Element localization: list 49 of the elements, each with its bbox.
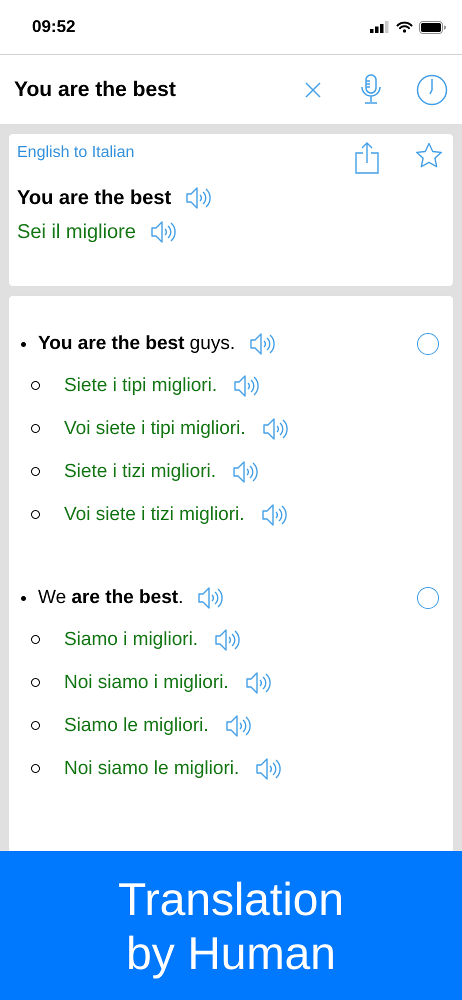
banner-text: Translation	[118, 872, 344, 926]
example-sentence: We are the best.	[38, 587, 184, 609]
bullet-icon	[31, 510, 40, 519]
bullet-icon	[31, 381, 40, 390]
speaker-icon[interactable]	[185, 186, 212, 210]
speaker-icon[interactable]	[224, 714, 251, 738]
signal-icon	[370, 21, 390, 33]
star-icon[interactable]	[415, 142, 443, 170]
example-translation: Siete i tizi migliori.	[64, 460, 216, 482]
bullet-icon	[31, 635, 40, 644]
bullet-icon	[31, 424, 40, 433]
speaker-icon[interactable]	[232, 460, 258, 484]
speaker-icon[interactable]	[214, 628, 240, 652]
example-translation: Noi siamo le migliori.	[64, 758, 240, 780]
share-icon[interactable]	[355, 142, 379, 174]
translated-phrase: Sei il migliore	[17, 220, 136, 244]
example-translation: Voi siete i tipi migliori.	[64, 418, 246, 440]
search-field[interactable]: You are the best	[14, 78, 304, 102]
bullet-icon	[31, 764, 40, 773]
close-icon[interactable]	[304, 80, 322, 98]
speaker-icon[interactable]	[262, 416, 288, 440]
example-translation: Siamo le migliori.	[64, 714, 209, 736]
speaker-icon[interactable]	[233, 374, 260, 398]
direction-label: English to Italian	[17, 143, 136, 162]
example-translation: Siamo i migliori.	[64, 628, 198, 650]
example-translation: Noi siamo i migliori.	[64, 672, 229, 694]
battery-icon	[419, 20, 446, 34]
bullet-icon	[31, 721, 40, 730]
radio-button[interactable]	[417, 587, 439, 609]
bullet-icon	[31, 678, 40, 687]
bullet-icon	[21, 596, 26, 600]
speaker-icon[interactable]	[260, 502, 287, 526]
example-sentence: You are the best guys.	[38, 333, 236, 355]
speaker-icon[interactable]	[249, 332, 276, 356]
source-phrase: You are the best	[17, 186, 172, 210]
example-translation: Voi siete i tizi migliori.	[64, 504, 245, 526]
speaker-icon[interactable]	[150, 220, 176, 244]
speaker-icon[interactable]	[197, 586, 224, 610]
banner-text: by Human	[126, 926, 336, 980]
microphone-icon[interactable]	[360, 74, 382, 106]
speaker-icon[interactable]	[255, 756, 282, 780]
status-time: 09:52	[32, 17, 76, 37]
wifi-icon	[396, 21, 413, 33]
bullet-icon	[21, 342, 26, 346]
bullet-icon	[31, 467, 40, 476]
radio-button[interactable]	[417, 333, 439, 355]
clock-icon[interactable]	[416, 74, 448, 106]
speaker-icon[interactable]	[244, 670, 271, 694]
example-translation: Siete i tipi migliori.	[64, 374, 218, 396]
